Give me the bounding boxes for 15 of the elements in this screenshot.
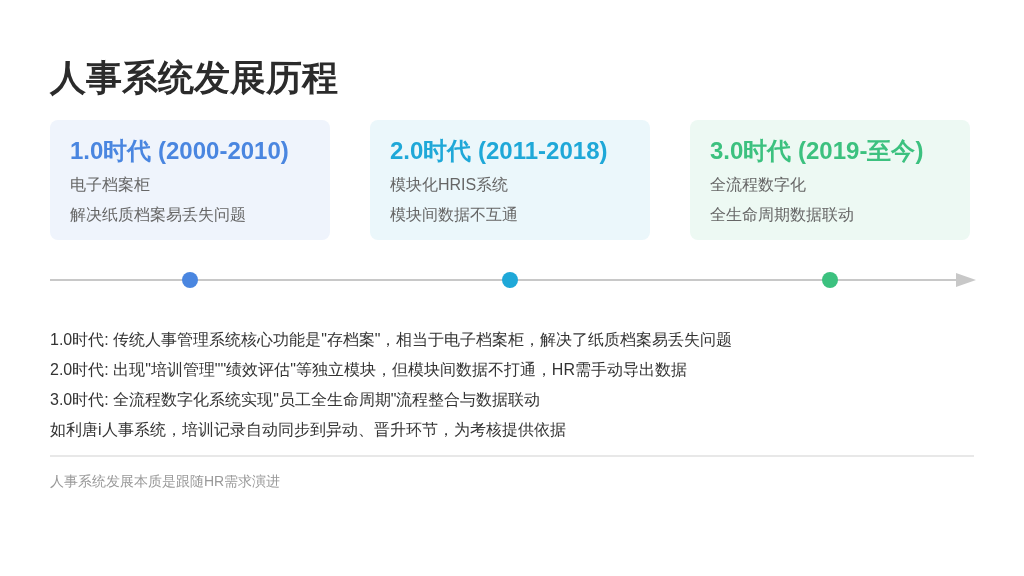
era-description: 解决纸质档案易丢失问题: [70, 205, 247, 225]
era-description: 电子档案柜: [70, 175, 151, 195]
note-text: 1.0时代: 传统人事管理系统核心功能是"存档案"，相当于电子档案柜，解决了纸质档案易丢失问题: [50, 330, 734, 350]
page-title: 人事系统发展历程: [50, 56, 339, 100]
footer-text: 人事系统发展本质是跟随HR需求演进: [50, 472, 282, 491]
era-description: 模块间数据不互通: [390, 205, 519, 225]
era-description: 全流程数字化: [710, 175, 807, 195]
note-text: 2.0时代: 出现"培训管理""绩效评估"等独立模块，但模块间数据不打通，HR需手动导出数据: [50, 360, 688, 380]
era-heading: 2.0时代 (2011-2018): [390, 136, 609, 166]
note-text: 3.0时代: 全流程数字化系统实现"员工全生命周期"流程整合与数据联动: [50, 390, 542, 410]
era-heading: 3.0时代 (2019-至今): [710, 136, 925, 166]
note-text: 如利唐i人事系统，培训记录自动同步到异动、晋升环节，为考核提供依据: [50, 420, 567, 440]
era-description: 全生命周期数据联动: [710, 205, 855, 225]
era-description: 模块化HRIS系统: [390, 175, 510, 195]
era-heading: 1.0时代 (2000-2010): [70, 136, 290, 166]
